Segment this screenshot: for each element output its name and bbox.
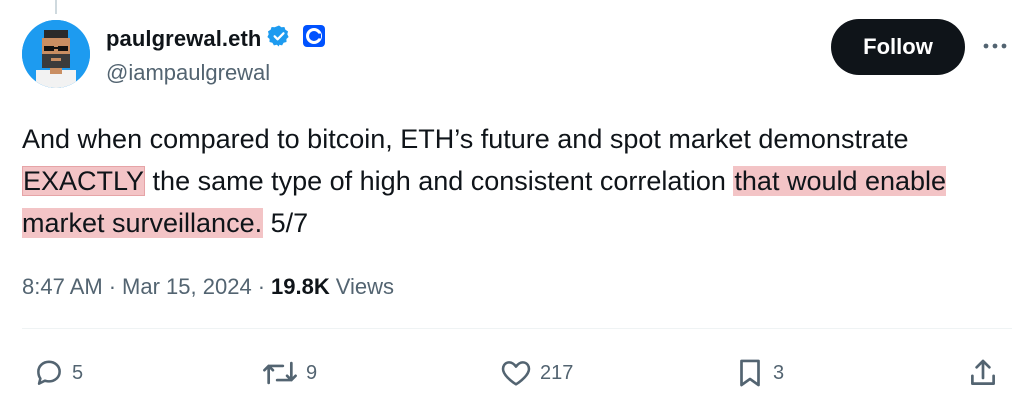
- avatar[interactable]: [22, 20, 90, 88]
- avatar-image: [22, 20, 90, 88]
- repost-count: 9: [306, 361, 318, 384]
- like-count: 217: [540, 361, 574, 384]
- meta-separator: ·: [257, 274, 266, 299]
- views-count: 19.8K: [271, 274, 330, 299]
- author-name-row: paulgrewal.eth: [106, 24, 326, 53]
- highlighted-word: EXACTLY: [22, 166, 146, 196]
- author-display-name[interactable]: paulgrewal.eth: [106, 26, 261, 52]
- author-handle[interactable]: @iampaulgrewal: [106, 60, 270, 86]
- tweet-date[interactable]: Mar 15, 2024: [122, 274, 252, 300]
- tweet-time[interactable]: 8:47 AM: [22, 274, 103, 300]
- reply-button[interactable]: 5: [32, 356, 83, 390]
- more-dots-icon: [983, 43, 1007, 49]
- share-button[interactable]: [966, 356, 1000, 390]
- more-options-button[interactable]: [980, 34, 1010, 58]
- reply-icon: [37, 360, 61, 385]
- share-icon: [971, 359, 995, 385]
- repost-button[interactable]: 9: [260, 356, 317, 390]
- verified-badge-icon[interactable]: [267, 24, 291, 53]
- divider: [22, 328, 1012, 329]
- tweet-text: And when compared to bitcoin, ETH’s futu…: [22, 118, 1012, 244]
- views-label: Views: [335, 274, 395, 299]
- thread-connector-line: [55, 0, 57, 14]
- meta-separator: ·: [108, 274, 117, 299]
- bookmark-count: 3: [773, 361, 785, 384]
- repost-icon: [263, 361, 297, 385]
- bookmark-button[interactable]: 3: [733, 356, 784, 390]
- tweet-text-segment: the same type of high and consistent cor…: [145, 166, 734, 196]
- bookmark-icon: [740, 359, 760, 387]
- heart-icon: [501, 361, 531, 386]
- follow-button[interactable]: Follow: [831, 19, 965, 75]
- tweet-text-segment: 5/7: [263, 208, 309, 238]
- coinbase-logo-icon[interactable]: [303, 25, 326, 52]
- like-button[interactable]: 217: [498, 356, 573, 390]
- tweet-text-segment: And when compared to bitcoin, ETH’s futu…: [22, 124, 909, 154]
- reply-count: 5: [72, 361, 84, 384]
- tweet-meta: 8:47 AM · Mar 15, 2024 · 19.8K Views: [22, 274, 394, 300]
